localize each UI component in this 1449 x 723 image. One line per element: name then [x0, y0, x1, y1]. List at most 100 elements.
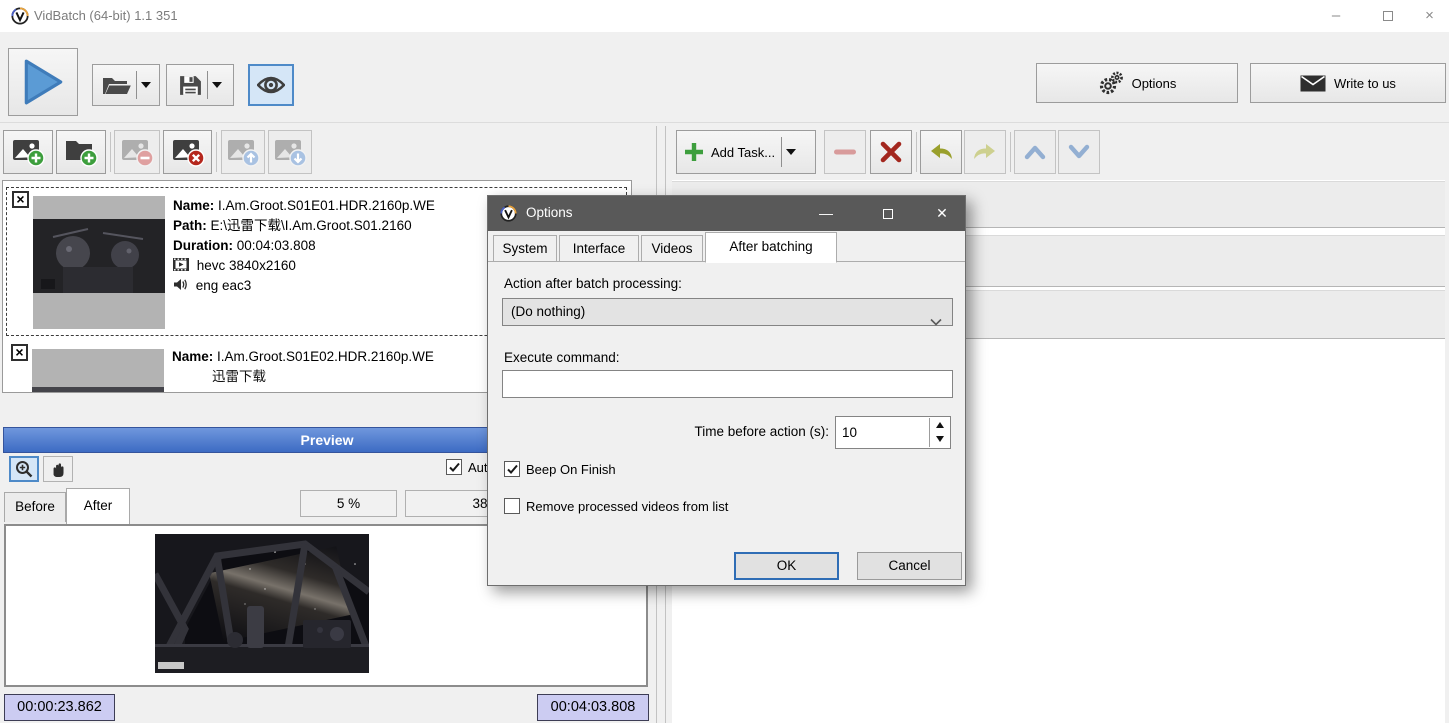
file-metadata: Name: I.Am.Groot.S01E02.HDR.2160p.WE 迅雷下…	[172, 347, 434, 387]
move-up-button[interactable]	[221, 130, 265, 174]
chevron-up-icon	[1023, 144, 1047, 160]
dialog-minimize-button[interactable]: —	[803, 196, 849, 231]
remove-file-button[interactable]	[114, 130, 160, 174]
file-metadata: Name: I.Am.Groot.S01E01.HDR.2160p.WE Pat…	[173, 196, 435, 296]
vidbatch-logo-icon	[500, 205, 517, 225]
remove-all-button[interactable]	[163, 130, 212, 174]
tab-interface[interactable]: Interface	[559, 235, 639, 262]
maximize-button[interactable]	[1366, 0, 1410, 32]
titlebar: VidBatch (64-bit) 1.1 351 – ×	[0, 0, 1449, 32]
tab-after[interactable]: After	[66, 488, 130, 524]
dialog-maximize-button[interactable]	[865, 196, 911, 231]
tab-system[interactable]: System	[493, 235, 557, 262]
preview-frame-image	[155, 534, 369, 673]
toolbar-divider	[0, 122, 1449, 123]
remove-all-icon	[171, 137, 205, 167]
open-folder-icon	[102, 74, 132, 96]
write-to-us-button[interactable]: Write to us	[1250, 63, 1446, 103]
zoom-tool-button[interactable]	[9, 456, 39, 482]
window-title: VidBatch (64-bit) 1.1 351	[34, 8, 178, 23]
move-down-icon	[273, 137, 307, 167]
minus-icon	[833, 148, 857, 156]
ok-button[interactable]: OK	[734, 552, 839, 580]
tab-after-batching[interactable]: After batching	[705, 232, 837, 263]
remove-processed-checkbox[interactable]: Remove processed videos from list	[504, 498, 728, 514]
write-to-us-label: Write to us	[1334, 76, 1396, 91]
triangle-down-icon	[936, 436, 944, 442]
save-dropdown-caret[interactable]	[212, 82, 222, 88]
open-button[interactable]	[92, 64, 160, 106]
redo-icon	[971, 142, 999, 162]
tab-videos[interactable]: Videos	[641, 235, 703, 262]
eye-icon	[257, 75, 285, 95]
zoom-percent-button[interactable]: 5 %	[300, 490, 397, 517]
add-task-button[interactable]: Add Task...	[676, 130, 816, 174]
toolbar-separator	[916, 132, 917, 172]
play-icon	[21, 58, 65, 106]
divider	[781, 137, 782, 166]
divider	[136, 71, 137, 99]
gears-icon	[1098, 70, 1124, 96]
triangle-up-icon	[936, 422, 944, 428]
save-button[interactable]	[166, 64, 234, 106]
time-before-action-input[interactable]	[836, 417, 928, 448]
task-move-down-button[interactable]	[1058, 130, 1100, 174]
spinner-down-button[interactable]	[930, 432, 949, 446]
film-icon	[173, 258, 189, 271]
video-stream-info: hevc 3840x2160	[197, 258, 296, 273]
remove-task-button[interactable]	[824, 130, 866, 174]
cancel-button[interactable]: Cancel	[857, 552, 962, 580]
beep-on-finish-checkbox[interactable]: Beep On Finish	[504, 461, 616, 477]
start-batch-button[interactable]	[8, 48, 78, 116]
task-move-up-button[interactable]	[1014, 130, 1056, 174]
minimize-button[interactable]: –	[1314, 0, 1358, 32]
maximize-icon	[1383, 11, 1393, 21]
add-task-label: Add Task...	[711, 145, 775, 160]
action-dropdown[interactable]: (Do nothing)	[502, 298, 953, 326]
action-label: Action after batch processing:	[504, 276, 682, 291]
execute-command-label: Execute command:	[504, 350, 620, 365]
add-file-icon	[11, 137, 45, 167]
remove-processed-label: Remove processed videos from list	[526, 499, 728, 514]
speaker-icon	[173, 278, 188, 291]
audio-stream-info: eng eac3	[196, 278, 252, 293]
undo-button[interactable]	[920, 130, 962, 174]
move-down-button[interactable]	[268, 130, 312, 174]
beep-on-finish-label: Beep On Finish	[526, 462, 616, 477]
dialog-title: Options	[526, 205, 573, 220]
add-folder-button[interactable]	[56, 130, 106, 174]
video-thumbnail	[33, 196, 165, 329]
clear-tasks-button[interactable]	[870, 130, 912, 174]
spinner-buttons	[929, 418, 949, 447]
dialog-tabs: System Interface Videos After batching	[488, 231, 965, 262]
execute-command-input[interactable]	[502, 370, 953, 398]
time-before-action-spinner[interactable]	[835, 416, 951, 449]
save-icon	[178, 74, 203, 97]
chevron-down-icon	[930, 309, 942, 335]
preview-toggle-button[interactable]	[248, 64, 294, 106]
move-up-icon	[226, 137, 260, 167]
toolbar-separator	[110, 132, 111, 172]
add-task-dropdown-caret[interactable]	[786, 149, 796, 155]
spinner-up-button[interactable]	[930, 418, 949, 432]
dialog-close-button[interactable]: ✕	[922, 196, 962, 231]
options-button[interactable]: Options	[1036, 63, 1238, 103]
add-file-button[interactable]	[3, 130, 53, 174]
options-dialog: Options — ✕ System Interface Videos Afte…	[487, 195, 966, 586]
tab-before[interactable]: Before	[4, 492, 66, 522]
checkbox-checked-icon	[446, 459, 462, 475]
open-dropdown-caret[interactable]	[141, 82, 151, 88]
file-duration: 00:04:03.808	[237, 238, 316, 253]
file-checkbox[interactable]: ×	[11, 344, 28, 361]
plus-icon	[683, 141, 705, 163]
redo-button[interactable]	[964, 130, 1006, 174]
file-checkbox[interactable]: ×	[12, 191, 29, 208]
close-button[interactable]: ×	[1410, 0, 1449, 32]
action-dropdown-value: (Do nothing)	[511, 304, 585, 319]
toolbar-separator	[1010, 132, 1011, 172]
vidbatch-logo-icon	[11, 7, 29, 28]
checkbox-unchecked-icon	[504, 498, 520, 514]
pan-tool-button[interactable]	[43, 456, 73, 482]
envelope-icon	[1300, 75, 1326, 92]
divider	[207, 71, 208, 99]
